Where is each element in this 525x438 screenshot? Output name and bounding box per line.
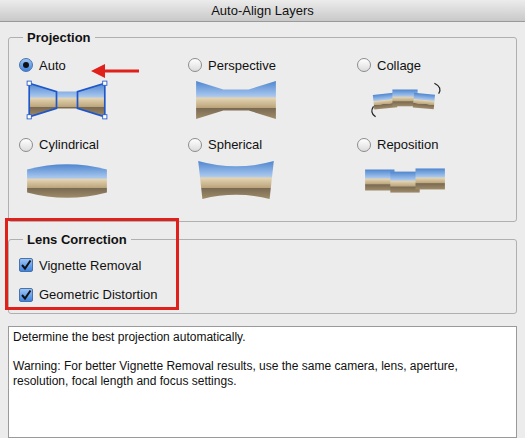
projection-radio-row[interactable]: Collage	[357, 56, 506, 76]
auto-projection-icon	[25, 79, 109, 121]
projection-option[interactable]: Auto	[19, 56, 168, 122]
lens-checkbox[interactable]	[19, 258, 33, 272]
projection-option-label[interactable]: Auto	[39, 56, 66, 76]
projection-option-label[interactable]: Spherical	[208, 135, 262, 155]
projection-radio-row[interactable]: Spherical	[188, 135, 337, 155]
description-line: Warning: For better Vignette Removal res…	[13, 359, 512, 389]
lens-correction-area: Lens Correction Vignette Removal Geometric…	[8, 230, 517, 314]
projection-radio-row[interactable]: Perspective	[188, 56, 337, 76]
radio-dot	[23, 62, 29, 68]
projection-radio[interactable]	[357, 58, 371, 72]
dialog-body: Projection Auto Perspective Collage Cylindri…	[0, 22, 525, 438]
red-highlight-box	[5, 218, 179, 310]
projection-radio-row[interactable]: Reposition	[357, 135, 506, 155]
projection-option-label[interactable]: Cylindrical	[39, 135, 99, 155]
red-arrow-icon	[91, 64, 141, 78]
projection-option[interactable]: Perspective	[188, 56, 337, 122]
projection-option[interactable]: Cylindrical	[19, 135, 168, 201]
projection-option[interactable]: Spherical	[188, 135, 337, 201]
projection-radio[interactable]	[357, 138, 371, 152]
projection-radio-row[interactable]: Cylindrical	[19, 135, 168, 155]
cylindrical-projection-icon	[25, 159, 109, 201]
projection-label: Projection	[23, 28, 95, 48]
projection-option[interactable]: Reposition	[357, 135, 506, 201]
spherical-projection-icon	[194, 159, 278, 201]
projection-radio[interactable]	[19, 138, 33, 152]
projection-radio[interactable]	[188, 58, 202, 72]
projection-radio[interactable]	[19, 58, 33, 72]
reposition-projection-icon	[363, 159, 447, 201]
description-line: Determine the best projection automatica…	[13, 330, 512, 345]
lens-correction-group: Lens Correction Vignette Removal Geometric…	[8, 230, 517, 314]
lens-option-row[interactable]: Geometric Distortion	[19, 285, 506, 305]
projection-option-label[interactable]: Reposition	[377, 135, 438, 155]
title-bar: Auto-Align Layers	[0, 0, 525, 22]
lens-correction-label: Lens Correction	[23, 230, 131, 250]
description-box: Determine the best projection automatica…	[8, 326, 517, 438]
projection-option[interactable]: Collage	[357, 56, 506, 122]
projection-group: Projection Auto Perspective Collage Cylindri…	[8, 28, 517, 222]
lens-checkbox[interactable]	[19, 288, 33, 302]
projection-radio-row[interactable]: Auto	[19, 56, 168, 76]
projection-option-label[interactable]: Perspective	[208, 56, 276, 76]
lens-option-label[interactable]: Geometric Distortion	[39, 285, 157, 305]
projection-radio[interactable]	[188, 138, 202, 152]
lens-option-row[interactable]: Vignette Removal	[19, 256, 506, 276]
lens-correction-options: Vignette Removal Geometric Distortion	[19, 252, 506, 305]
perspective-projection-icon	[194, 79, 278, 121]
projection-options: Auto Perspective Collage Cylindrical Spheric…	[19, 50, 506, 201]
window-title: Auto-Align Layers	[211, 1, 314, 21]
lens-option-label[interactable]: Vignette Removal	[39, 256, 141, 276]
projection-option-label[interactable]: Collage	[377, 56, 421, 76]
collage-projection-icon	[363, 79, 447, 121]
